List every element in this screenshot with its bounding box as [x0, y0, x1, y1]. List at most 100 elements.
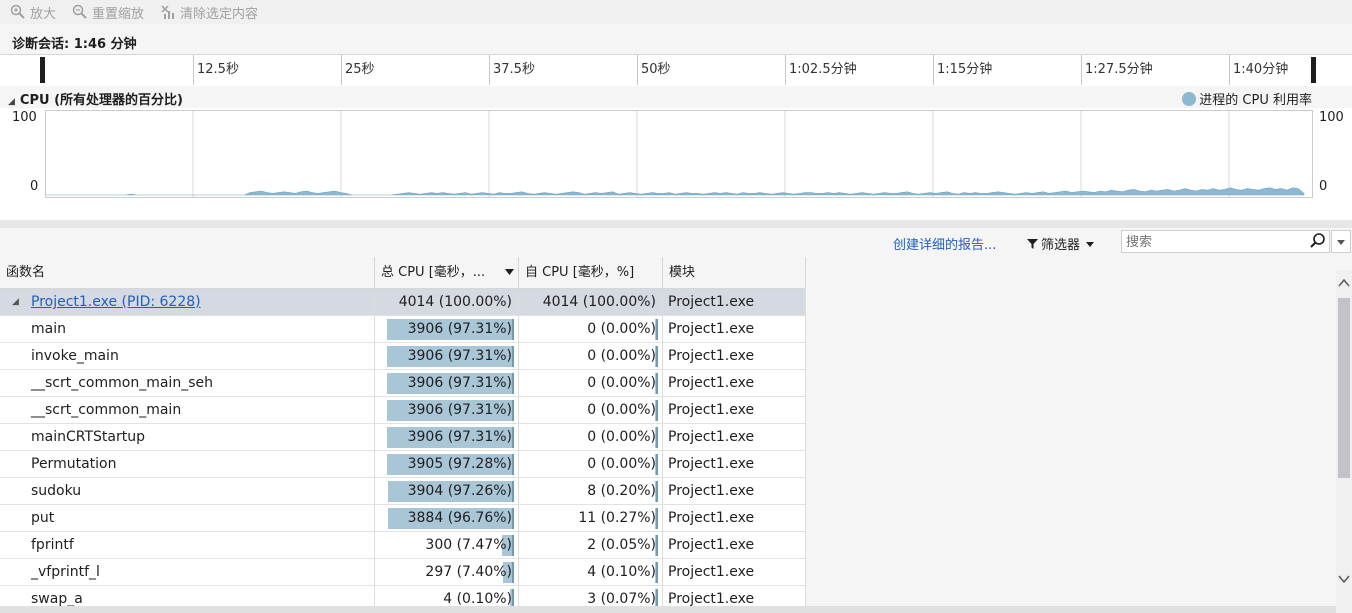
function-name: mainCRTStartup: [31, 429, 145, 445]
column-header-self-cpu[interactable]: 自 CPU [毫秒，%]: [519, 257, 663, 288]
filter-button[interactable]: 筛选器: [1027, 234, 1095, 253]
column-header-label: 模块: [669, 265, 696, 280]
module-name: Project1.exe: [668, 429, 755, 445]
ruler-end-handle[interactable]: [1311, 57, 1316, 83]
table-row-process[interactable]: ◢ Project1.exe (PID: 6228) 4014 (100.00%) 4…: [0, 289, 806, 316]
legend-swatch: [1182, 91, 1197, 106]
self-cpu-value: 4014 (100.00%): [542, 294, 656, 310]
column-header-module[interactable]: 模块: [663, 257, 806, 288]
cell-function-name: __scrt_common_main: [0, 397, 375, 424]
ruler-tick: 1:02.5分钟: [785, 55, 857, 85]
cell-self-cpu: 2 (0.05%): [519, 532, 663, 559]
cell-module: Project1.exe: [663, 559, 806, 586]
cpu-usage-area: [46, 187, 1305, 196]
self-cpu-value: 2 (0.05%): [587, 537, 656, 553]
timeline-ruler[interactable]: 12.5秒 25秒 37.5秒 50秒 1:02.5分钟 1:15分钟 1:27…: [0, 54, 1352, 87]
self-cpu-value: 3 (0.07%): [587, 591, 656, 607]
cell-function-name: _vfprintf_l: [0, 559, 375, 586]
cell-function-name: put: [0, 505, 375, 532]
scroll-down-icon[interactable]: [1336, 572, 1352, 586]
zoom-in-icon: [10, 4, 25, 19]
total-cpu-value: 3904 (97.26%): [407, 483, 512, 499]
table-row[interactable]: invoke_main 3906 (97.31%) 0 (0.00%) Project…: [0, 343, 806, 370]
cell-total-cpu: 300 (7.47%): [375, 532, 519, 559]
cell-self-cpu: 0 (0.00%): [519, 397, 663, 424]
total-cpu-value: 3906 (97.31%): [407, 348, 512, 364]
cell-self-cpu: 0 (0.00%): [519, 451, 663, 478]
column-header-total-cpu[interactable]: 总 CPU [毫秒，...: [375, 257, 519, 288]
cell-self-cpu: 8 (0.20%): [519, 478, 663, 505]
function-name: swap_a: [31, 591, 83, 607]
cell-total-cpu: 297 (7.40%): [375, 559, 519, 586]
table-row[interactable]: put 3884 (96.76%) 11 (0.27%) Project1.exe: [0, 505, 806, 532]
y-axis-min-left: 0: [30, 179, 39, 194]
search-input[interactable]: [1122, 232, 1308, 253]
search-icon[interactable]: [1309, 232, 1327, 250]
vertical-scrollbar[interactable]: [1336, 270, 1352, 613]
search-options-dropdown[interactable]: [1331, 230, 1351, 253]
function-name: invoke_main: [31, 348, 119, 364]
create-report-link[interactable]: 创建详细的报告...: [893, 234, 996, 253]
cell-self-cpu: 4 (0.10%): [519, 559, 663, 586]
ruler-tick-label: 1:15分钟: [937, 62, 993, 77]
reset-zoom-label: 重置缩放: [92, 6, 145, 22]
cell-function-name: fprintf: [0, 532, 375, 559]
zoom-in-button[interactable]: 放大: [10, 3, 56, 22]
column-header-function-name[interactable]: 函数名: [0, 257, 375, 288]
module-name: Project1.exe: [668, 402, 755, 418]
collapse-triangle-icon[interactable]: ◢: [8, 97, 15, 107]
ruler-tick-label: 50秒: [641, 62, 671, 77]
ruler-tick: 25秒: [341, 55, 375, 85]
cell-self-cpu: 11 (0.27%): [519, 505, 663, 532]
expand-collapse-icon[interactable]: ◢: [12, 289, 19, 316]
chevron-down-icon: [1086, 241, 1095, 247]
scrollbar-thumb[interactable]: [1338, 298, 1350, 478]
table-row[interactable]: main 3906 (97.31%) 0 (0.00%) Project1.exe: [0, 316, 806, 343]
ruler-tick-label: 37.5秒: [493, 62, 535, 77]
process-link[interactable]: Project1.exe (PID: 6228): [31, 294, 201, 310]
scroll-up-icon[interactable]: [1336, 276, 1352, 290]
self-cpu-value: 0 (0.00%): [587, 456, 656, 472]
module-name: Project1.exe: [668, 375, 755, 391]
self-cpu-value: 0 (0.00%): [587, 375, 656, 391]
horizontal-scrollbar[interactable]: [0, 606, 1336, 613]
table-row[interactable]: mainCRTStartup 3906 (97.31%) 0 (0.00%) Proj…: [0, 424, 806, 451]
ruler-tick: 50秒: [637, 55, 671, 85]
total-cpu-value: 3884 (96.76%): [407, 510, 512, 526]
cell-self-cpu: 4014 (100.00%): [519, 289, 663, 316]
cpu-chart-svg: [46, 111, 1305, 197]
table-row[interactable]: fprintf 300 (7.47%) 2 (0.05%) Project1.exe: [0, 532, 806, 559]
function-name: put: [31, 510, 55, 526]
total-cpu-value: 3906 (97.31%): [407, 375, 512, 391]
clear-selection-button[interactable]: 清除选定内容: [160, 3, 258, 22]
module-name: Project1.exe: [668, 510, 755, 526]
table-row[interactable]: _vfprintf_l 297 (7.40%) 4 (0.10%) Project1.…: [0, 559, 806, 586]
table-row[interactable]: __scrt_common_main_seh 3906 (97.31%) 0 (0.…: [0, 370, 806, 397]
column-header-label: 总 CPU [毫秒，...: [381, 265, 486, 280]
search-box[interactable]: [1121, 230, 1330, 253]
table-row[interactable]: __scrt_common_main 3906 (97.31%) 0 (0.00%)…: [0, 397, 806, 424]
cell-total-cpu: 3906 (97.31%): [375, 343, 519, 370]
total-cpu-value: 4 (0.10%): [443, 591, 512, 607]
cpu-chart[interactable]: [45, 110, 1313, 198]
module-name: Project1.exe: [668, 348, 755, 364]
module-name: Project1.exe: [668, 564, 755, 580]
cell-function-name: __scrt_common_main_seh: [0, 370, 375, 397]
reset-zoom-button[interactable]: 重置缩放: [72, 3, 144, 22]
table-row[interactable]: Permutation 3905 (97.28%) 0 (0.00%) Project…: [0, 451, 806, 478]
table-row[interactable]: sudoku 3904 (97.26%) 8 (0.20%) Project1.exe: [0, 478, 806, 505]
cpu-legend: 进程的 CPU 利用率: [1182, 89, 1312, 108]
ruler-tick-label: 1:27.5分钟: [1085, 62, 1153, 77]
function-table: 函数名 总 CPU [毫秒，... 自 CPU [毫秒，%] 模块 ◢ Proje…: [0, 257, 1336, 613]
cell-module: Project1.exe: [663, 397, 806, 424]
ruler-start-handle[interactable]: [40, 57, 45, 83]
cell-module: Project1.exe: [663, 424, 806, 451]
function-name: __scrt_common_main_seh: [31, 375, 213, 391]
cell-function-name: sudoku: [0, 478, 375, 505]
cell-module: Project1.exe: [663, 532, 806, 559]
splitter[interactable]: [0, 220, 1352, 228]
cpu-title[interactable]: ◢ CPU (所有处理器的百分比): [8, 89, 183, 108]
cell-total-cpu: 3905 (97.28%): [375, 451, 519, 478]
action-bar: 创建详细的报告... 筛选器: [0, 228, 1352, 256]
cell-function-name: main: [0, 316, 375, 343]
